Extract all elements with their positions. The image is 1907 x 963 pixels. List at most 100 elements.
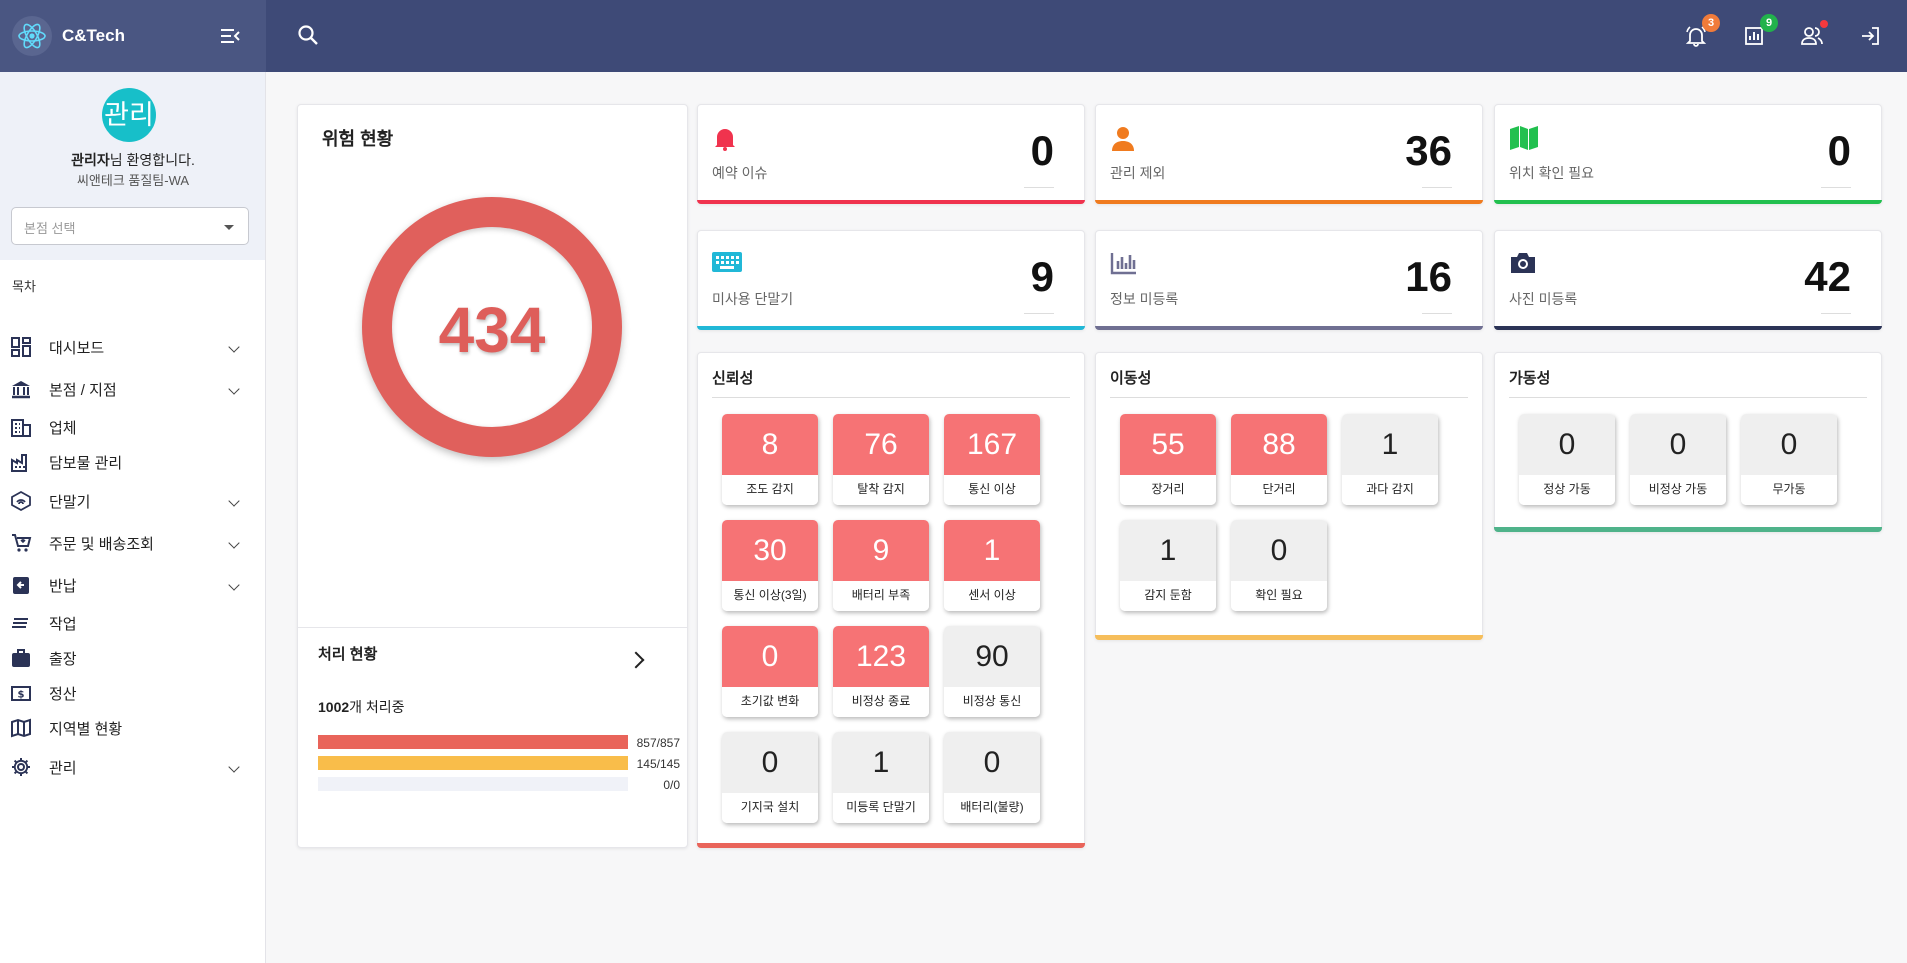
status-tile[interactable]: 1 과다 감지 [1342,414,1438,505]
tile-label: 통신 이상 [944,475,1040,505]
status-tile[interactable]: 123 비정상 종료 [833,626,929,717]
status-tile[interactable]: 0 무가동 [1741,414,1837,505]
tile-value: 0 [1231,520,1327,581]
status-tile[interactable]: 55 장거리 [1120,414,1216,505]
stat-card-reservation-issue[interactable]: 예약 이슈 0 [697,104,1085,204]
progress-bar [318,756,628,770]
stat-card-management-excluded[interactable]: 관리 제외 36 [1095,104,1483,204]
tile-value: 90 [944,626,1040,687]
camera-icon [1509,251,1537,277]
nav-item-orders[interactable]: 주문 및 배송조회 [0,526,266,560]
nav-label: 출장 [49,650,77,668]
status-tile[interactable]: 0 초기값 변화 [722,626,818,717]
process-count-value: 1002 [318,699,350,715]
task-icon [9,611,33,635]
map-icon [1509,125,1538,151]
chevron-down-icon [228,495,240,507]
nav-label: 단말기 [49,493,91,511]
tile-label: 미등록 단말기 [833,793,929,823]
reports-button[interactable]: 9 [1738,14,1778,52]
map-icon [9,716,33,740]
nav-item-collateral[interactable]: 담보물 관리 [0,445,266,479]
caret-down-icon [224,225,234,230]
nav-item-tasks[interactable]: 작업 [0,606,266,640]
nav-label: 대시보드 [49,339,105,357]
factory-icon [9,450,33,474]
nav-label: 주문 및 배송조회 [49,535,154,553]
users-button[interactable] [1796,20,1828,52]
tile-label: 확인 필요 [1231,581,1327,611]
card-accent [1494,527,1882,532]
chevron-right-icon[interactable] [627,651,645,669]
atom-logo-icon [12,16,52,56]
tile-value: 1 [944,520,1040,581]
nav-item-settlement[interactable]: $ 정산 [0,676,266,710]
divider [1110,397,1468,398]
tile-label: 기지국 설치 [722,793,818,823]
tile-label: 과다 감지 [1342,475,1438,505]
stat-card-location-check[interactable]: 위치 확인 필요 0 [1494,104,1882,204]
status-tile[interactable]: 1 센서 이상 [944,520,1040,611]
nav-item-companies[interactable]: 업체 [0,410,266,444]
status-tile[interactable]: 0 기지국 설치 [722,732,818,823]
status-tile[interactable]: 1 미등록 단말기 [833,732,929,823]
notification-bell-button[interactable]: 3 [1680,14,1720,52]
status-tile[interactable]: 0 비정상 가동 [1630,414,1726,505]
nav-label: 업체 [49,419,77,437]
welcome-name: 관리자 [71,152,110,168]
nav-item-branches[interactable]: 본점 / 지점 [0,372,266,406]
stat-card-info-unregistered[interactable]: 정보 미등록 16 [1095,230,1483,330]
menu-collapse-icon[interactable] [218,24,242,48]
stat-value: 36 [1405,127,1452,174]
stat-card-unused-terminals[interactable]: 미사용 단말기 9 [697,230,1085,330]
stat-value: 16 [1405,253,1452,300]
status-tile[interactable]: 30 통신 이상(3일) [722,520,818,611]
progress-bar-text: 145/145 [636,757,680,771]
risk-title: 위험 현황 [322,129,394,149]
tile-label: 배터리 부족 [833,581,929,611]
nav-item-regional-status[interactable]: 지역별 현황 [0,711,266,745]
stat-card-photo-unregistered[interactable]: 사진 미등록 42 [1494,230,1882,330]
stat-label: 사진 미등록 [1509,291,1578,307]
nav-item-returns[interactable]: 반납 [0,568,266,602]
tile-value: 9 [833,520,929,581]
nav-item-admin[interactable]: 관리 [0,750,266,784]
status-tile[interactable]: 9 배터리 부족 [833,520,929,611]
profile-panel: 관리 관리자님 환영합니다. 씨앤테크 품질팀-WA 본점 선택 [0,72,265,260]
mobility-title: 이동성 [1110,370,1152,387]
chevron-down-icon [228,537,240,549]
tile-label: 배터리(불량) [944,793,1040,823]
tile-value: 55 [1120,414,1216,475]
status-tile[interactable]: 76 탈착 감지 [833,414,929,505]
status-tile[interactable]: 1 감지 둔함 [1120,520,1216,611]
tile-value: 0 [722,732,818,793]
brand: C&Tech [0,0,266,72]
card-accent [1095,635,1483,640]
divider [1821,313,1851,314]
stat-value: 0 [1827,127,1851,174]
risk-total-donut: 434 [362,197,622,457]
status-tile[interactable]: 8 조도 감지 [722,414,818,505]
nav-item-business-trip[interactable]: 출장 [0,641,266,675]
branch-select[interactable]: 본점 선택 [11,207,249,245]
status-tile[interactable]: 88 단거리 [1231,414,1327,505]
status-tile[interactable]: 167 통신 이상 [944,414,1040,505]
stat-label: 미사용 단말기 [712,291,794,307]
tile-label: 단거리 [1231,475,1327,505]
operability-card: 가동성 0 정상 가동 0 비정상 가동 0 무가동 [1494,352,1882,532]
divider [298,627,688,628]
status-tile[interactable]: 0 확인 필요 [1231,520,1327,611]
stat-value: 42 [1804,253,1851,300]
nav-item-terminals[interactable]: 단말기 [0,484,266,518]
nav-item-dashboard[interactable]: 대시보드 [0,330,266,364]
search-icon[interactable] [296,23,322,49]
status-tile[interactable]: 90 비정상 통신 [944,626,1040,717]
status-tile[interactable]: 0 배터리(불량) [944,732,1040,823]
logout-button[interactable] [1854,20,1886,52]
tile-value: 1 [1342,414,1438,475]
nav-label: 지역별 현황 [49,720,123,738]
process-count: 1002개 처리중 [318,697,405,717]
tile-label: 정상 가동 [1519,475,1615,505]
status-tile[interactable]: 0 정상 가동 [1519,414,1615,505]
branch-select-placeholder: 본점 선택 [24,221,76,236]
